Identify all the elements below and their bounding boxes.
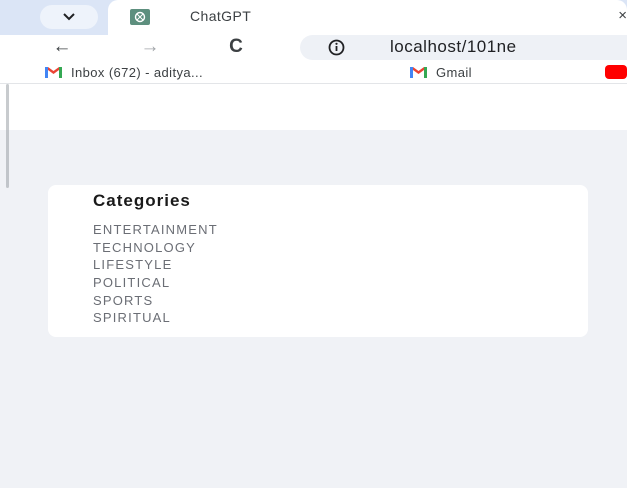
reload-icon: C — [229, 36, 243, 57]
tab-search-button[interactable] — [40, 5, 98, 29]
back-arrow-icon: ← — [52, 36, 72, 57]
browser-tab[interactable]: ChatGPT × — [108, 0, 627, 35]
window-edge — [6, 84, 9, 188]
tab-strip: ChatGPT × — [0, 0, 627, 35]
bookmark-gmail[interactable]: Gmail — [410, 63, 472, 81]
bookmark-youtube[interactable] — [605, 63, 627, 81]
bookmark-label: Gmail — [436, 64, 472, 80]
reload-button[interactable]: C — [224, 36, 248, 58]
chatgpt-favicon-icon — [130, 8, 150, 26]
browser-toolbar: ← → C localhost/101ne — [0, 35, 627, 61]
gmail-icon — [410, 67, 427, 78]
categories-list: ENTERTAINMENT TECHNOLOGY LIFESTYLE POLIT… — [93, 221, 218, 327]
categories-title: Categories — [93, 191, 191, 210]
categories-card: Categories ENTERTAINMENT TECHNOLOGY LIFE… — [48, 185, 588, 337]
forward-arrow-icon: → — [140, 36, 160, 57]
tab-title: ChatGPT — [190, 8, 252, 24]
tab-close-icon[interactable]: × — [618, 7, 627, 24]
category-entertainment[interactable]: ENTERTAINMENT — [93, 221, 218, 239]
chevron-down-icon — [63, 13, 75, 21]
bookmark-inbox[interactable]: Inbox (672) - aditya... — [45, 63, 203, 81]
address-bar[interactable]: localhost/101ne — [300, 35, 627, 60]
category-technology[interactable]: TECHNOLOGY — [93, 239, 218, 257]
bookmark-label: Inbox (672) - aditya... — [71, 64, 204, 80]
back-button[interactable]: ← — [50, 36, 74, 58]
site-info-icon[interactable] — [328, 39, 345, 56]
youtube-icon — [605, 65, 627, 79]
page-header-area — [0, 84, 627, 130]
category-political[interactable]: POLITICAL — [93, 274, 218, 292]
forward-button[interactable]: → — [138, 36, 162, 58]
page-viewport: Categories ENTERTAINMENT TECHNOLOGY LIFE… — [0, 84, 627, 488]
category-sports[interactable]: SPORTS — [93, 292, 218, 310]
bookmarks-bar: Inbox (672) - aditya... Gmail — [0, 61, 627, 84]
category-lifestyle[interactable]: LIFESTYLE — [93, 256, 218, 274]
gmail-icon — [45, 67, 62, 78]
category-spiritual[interactable]: SPIRITUAL — [93, 309, 218, 327]
url-text[interactable]: localhost/101ne — [390, 37, 517, 57]
